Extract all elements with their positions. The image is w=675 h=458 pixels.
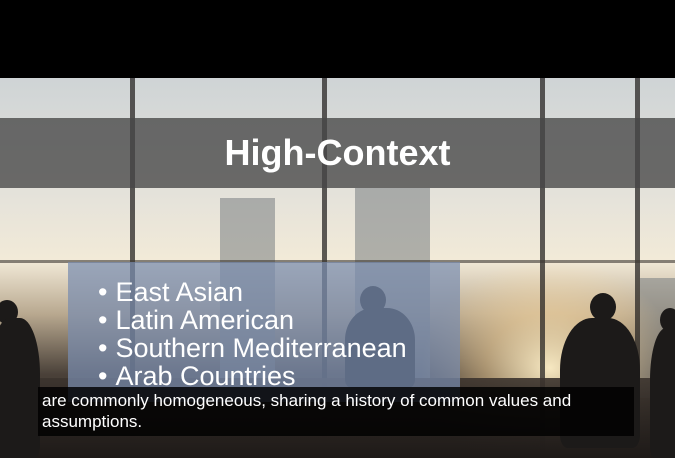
bullet-item: • Southern Mediterranean [98,333,407,363]
bullet-panel: • East Asian • Latin American • Southern Me… [68,262,460,402]
bullet-item: • East Asian [98,277,244,307]
bullet-dot-icon: • [98,277,108,307]
subtitle-caption: are commonly homogeneous, sharing a hist… [38,387,634,436]
bullet-item: • Arab Countries [98,361,296,391]
person-silhouette [0,318,40,458]
person-silhouette [650,328,675,458]
slide-title: High-Context [224,132,451,173]
slide-title-band: High-Context [0,118,675,188]
person-silhouette [590,293,616,321]
bullet-list: • East Asian • Latin American • Southern Me… [68,262,460,390]
bullet-dot-icon: • [98,333,108,363]
bullet-item: • Latin American [98,305,295,335]
bullet-dot-icon: • [98,305,108,335]
